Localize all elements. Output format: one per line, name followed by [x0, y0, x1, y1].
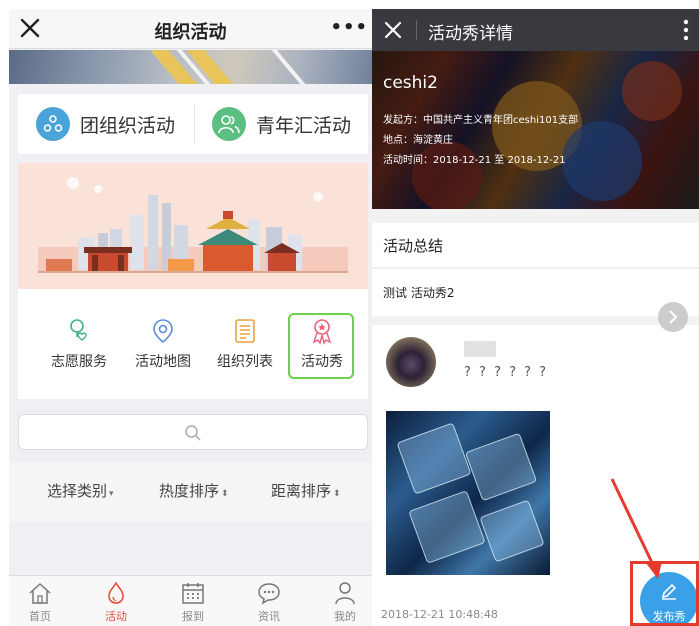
page-title: 组织活动: [154, 22, 227, 43]
service-label: 组织列表: [217, 354, 273, 370]
tab-label: 活动: [105, 610, 127, 623]
tab-label: 团组织活动: [80, 114, 176, 137]
tab-label: 报到: [182, 610, 204, 623]
city-skyline-illustration: [18, 163, 368, 289]
sort-arrows-icon: ⬍: [221, 489, 229, 499]
dropdown-arrow-icon: ▾: [109, 489, 114, 499]
tab-home[interactable]: 首页: [15, 580, 65, 624]
tab-check-in[interactable]: 报到: [168, 580, 218, 624]
tab-news[interactable]: 资讯: [244, 580, 294, 624]
more-menu-icon[interactable]: •••: [330, 17, 368, 38]
search-icon: [185, 425, 201, 441]
service-activity-map[interactable]: 活动地图: [122, 289, 204, 399]
sort-arrows-icon: ⬍: [333, 489, 341, 499]
filter-popularity-sort[interactable]: 热度排序 ⬍: [159, 480, 229, 501]
fire-drop-icon: [108, 581, 124, 604]
volunteer-heart-icon: [70, 319, 87, 341]
filter-bar: 选择类别 ▾ 热度排序 ⬍ 距离排序 ⬍: [9, 462, 372, 522]
activity-type-tabs: 团组织活动 青年汇活动: [18, 94, 368, 154]
search-input[interactable]: [18, 414, 368, 450]
list-document-icon: [235, 319, 255, 343]
navigation-bar: 组织活动 •••: [9, 9, 372, 49]
bottom-tab-bar: 首页 活动 报到 资讯 我的: [9, 575, 372, 626]
org-group-icon: [36, 107, 70, 141]
youth-people-icon: [212, 107, 246, 141]
filter-label: 热度排序: [159, 482, 220, 500]
service-label: 志愿服务: [51, 354, 107, 370]
filter-category[interactable]: 选择类别 ▾: [47, 480, 114, 501]
filter-label: 选择类别: [47, 482, 108, 500]
tab-youth-activity[interactable]: 青年汇活动: [212, 94, 351, 154]
divider: [194, 104, 195, 144]
tab-label: 我的: [334, 610, 356, 623]
filter-distance-sort[interactable]: 距离排序 ⬍: [271, 480, 341, 501]
filter-label: 距离排序: [271, 482, 332, 500]
tab-org-activity[interactable]: 团组织活动: [36, 94, 175, 154]
highlight-box: [288, 313, 354, 379]
tab-label: 资讯: [258, 610, 280, 623]
service-org-list[interactable]: 组织列表: [204, 289, 286, 399]
annotation-arrow: [610, 478, 662, 579]
chat-bubble-icon: [258, 583, 280, 605]
tab-label: 首页: [29, 610, 51, 623]
tab-label: 青年汇活动: [256, 114, 352, 137]
right-panel: 活动秀详情 ceshi2 发起方：中国共产主义青年团ceshi101支部 地点：…: [372, 9, 699, 626]
map-pin-icon: [153, 319, 173, 344]
service-volunteer[interactable]: 志愿服务: [38, 289, 120, 399]
banner-image[interactable]: [9, 50, 372, 84]
screenshot-root: 组织活动 ••• 团组织活动 青年汇活动 志愿服务 活动地图 组织列表 活动秀 …: [0, 0, 699, 626]
service-grid: 志愿服务 活动地图 组织列表 活动秀: [18, 289, 368, 399]
tab-activity[interactable]: 活动: [91, 580, 141, 624]
home-icon: [29, 582, 51, 604]
person-icon: [335, 582, 355, 605]
service-label: 活动地图: [135, 354, 191, 370]
left-panel: 组织活动 ••• 团组织活动 青年汇活动 志愿服务 活动地图 组织列表 活动秀 …: [9, 9, 372, 626]
tab-mine[interactable]: 我的: [320, 580, 370, 624]
calendar-icon: [182, 583, 204, 604]
